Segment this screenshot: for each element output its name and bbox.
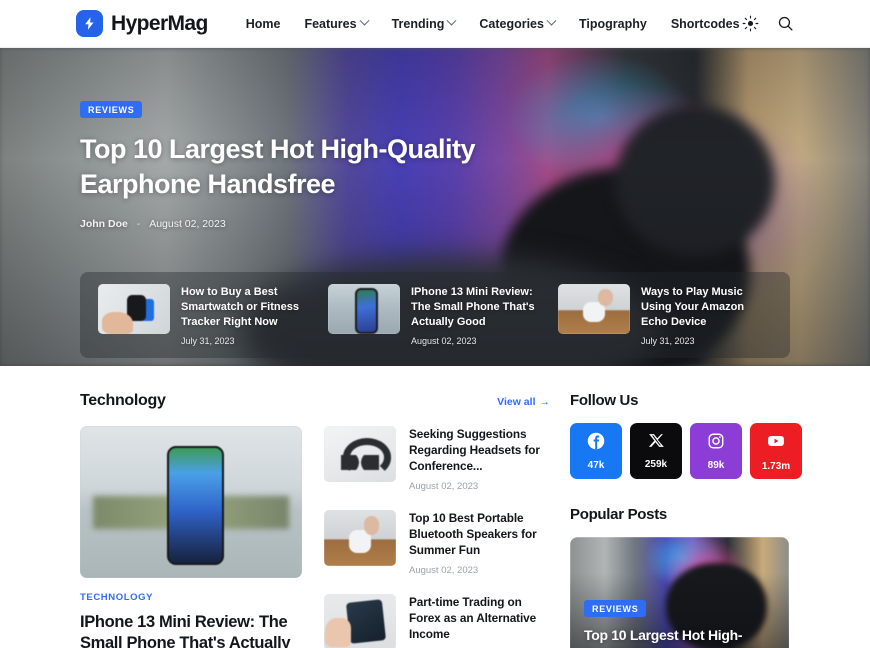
social-count: 47k [587, 459, 605, 471]
hero-strip-card-date: July 31, 2023 [181, 335, 235, 346]
view-all-label: View all [497, 396, 536, 408]
list-item-date: August 02, 2023 [409, 481, 479, 493]
hero-meta-separator: - [136, 218, 141, 231]
thumbnail-image [324, 510, 396, 567]
list-item[interactable]: Seeking Suggestions Regarding Headsets f… [324, 426, 550, 492]
technology-grid: TECHNOLOGY IPhone 13 Mini Review: The Sm… [80, 426, 550, 648]
x-twitter-icon [648, 432, 665, 454]
search-icon[interactable] [777, 15, 794, 32]
featured-article-title[interactable]: IPhone 13 Mini Review: The Small Phone T… [80, 612, 302, 648]
thumbnail-image [558, 284, 630, 335]
nav-item-shortcodes[interactable]: Shortcodes [671, 17, 740, 31]
header-actions [742, 15, 794, 32]
featured-article-image [80, 426, 302, 578]
popular-posts-section: Popular Posts REVIEWS Top 10 Largest Hot… [570, 506, 802, 648]
popular-post-badge[interactable]: REVIEWS [584, 600, 647, 617]
nav-label: Shortcodes [670, 16, 740, 31]
technology-section: Technology View all → TECHNOLOGY IPhone … [80, 392, 550, 648]
brand-name: HyperMag [111, 11, 208, 35]
featured-article-card[interactable]: TECHNOLOGY IPhone 13 Mini Review: The Sm… [80, 426, 302, 648]
thumbnail-image [324, 594, 396, 648]
nav-label: Home [245, 16, 281, 31]
main-content: Technology View all → TECHNOLOGY IPhone … [0, 366, 870, 648]
hero-category-badge[interactable]: REVIEWS [80, 101, 143, 118]
facebook-icon [587, 432, 605, 455]
list-item-title: Seeking Suggestions Regarding Headsets f… [409, 427, 540, 474]
nav-item-home[interactable]: Home [246, 17, 281, 31]
lightning-bolt-icon [76, 10, 103, 37]
view-all-link[interactable]: View all → [497, 396, 550, 408]
follow-us-title: Follow Us [570, 392, 639, 409]
nav-label: Tipography [578, 16, 647, 31]
hero-strip-card-title: IPhone 13 Mini Review: The Small Phone T… [411, 286, 535, 328]
hero-meta: John Doe - August 02, 2023 [80, 218, 550, 230]
social-count: 1.73m [761, 460, 791, 472]
list-item-date: August 02, 2023 [409, 565, 479, 577]
nav-item-trending[interactable]: Trending [391, 15, 457, 31]
nav-item-categories[interactable]: Categories [479, 15, 557, 31]
social-link-instagram[interactable]: 89k [690, 423, 742, 479]
page-title: Technology [80, 392, 166, 409]
nav-label: Features [304, 16, 357, 31]
main-nav: Home Features Trending Categories Tipogr… [246, 15, 740, 31]
nav-label: Trending [391, 16, 445, 31]
hero-strip-card-date: August 02, 2023 [411, 335, 477, 346]
list-item-title: Top 10 Best Portable Bluetooth Speakers … [409, 511, 537, 558]
social-links: 47k 259k 89k 1.73m [570, 423, 802, 479]
youtube-icon [766, 431, 786, 456]
hero-date: August 02, 2023 [149, 218, 226, 231]
featured-article-category[interactable]: TECHNOLOGY [80, 592, 302, 603]
hero-strip-card-title: How to Buy a Best Smartwatch or Fitness … [181, 286, 299, 328]
hero-strip-card[interactable]: Ways to Play Music Using Your Amazon Ech… [550, 284, 780, 346]
sidebar: Follow Us 47k 259k 89k 1.73m Popular Pos… [570, 392, 802, 648]
nav-label: Categories [479, 16, 544, 31]
list-item[interactable]: Part-time Trading on Forex as an Alterna… [324, 594, 550, 648]
hero-strip-card-title: Ways to Play Music Using Your Amazon Ech… [641, 286, 745, 328]
list-item-title: Part-time Trading on Forex as an Alterna… [409, 595, 537, 642]
arrow-right-icon: → [539, 396, 551, 408]
hero-strip-card[interactable]: IPhone 13 Mini Review: The Small Phone T… [320, 284, 550, 346]
hero-strip-card-date: July 31, 2023 [641, 335, 695, 346]
social-link-x[interactable]: 259k [630, 423, 682, 479]
hero-card-strip: How to Buy a Best Smartwatch or Fitness … [80, 272, 790, 358]
social-count: 259k [644, 459, 668, 470]
hero-banner: REVIEWS Top 10 Largest Hot High-Quality … [0, 48, 870, 366]
social-link-youtube[interactable]: 1.73m [750, 423, 802, 479]
popular-posts-title: Popular Posts [570, 506, 667, 523]
thumbnail-image [328, 284, 400, 335]
hero-content: REVIEWS Top 10 Largest Hot High-Quality … [80, 100, 550, 230]
list-item[interactable]: Top 10 Best Portable Bluetooth Speakers … [324, 510, 550, 576]
brand-logo[interactable]: HyperMag [76, 10, 208, 37]
site-header: HyperMag Home Features Trending Categori… [0, 0, 870, 48]
instagram-icon [707, 432, 725, 455]
social-count: 89k [707, 459, 725, 471]
section-header: Technology View all → [80, 392, 550, 410]
popular-post-title: Top 10 Largest Hot High-Quality Earphone… [584, 627, 765, 648]
nav-item-features[interactable]: Features [304, 15, 370, 31]
hero-author[interactable]: John Doe [80, 218, 128, 230]
chevron-down-icon [359, 15, 370, 26]
hero-title[interactable]: Top 10 Largest Hot High-Quality Earphone… [80, 132, 550, 201]
sun-icon[interactable] [742, 15, 759, 32]
hero-strip-card[interactable]: How to Buy a Best Smartwatch or Fitness … [90, 284, 320, 346]
thumbnail-image [98, 284, 170, 335]
chevron-down-icon [446, 15, 457, 26]
chevron-down-icon [546, 15, 557, 26]
social-link-facebook[interactable]: 47k [570, 423, 622, 479]
thumbnail-image [324, 426, 396, 482]
nav-item-tipography[interactable]: Tipography [579, 17, 647, 31]
popular-post-card[interactable]: REVIEWS Top 10 Largest Hot High-Quality … [570, 537, 789, 648]
article-list: Seeking Suggestions Regarding Headsets f… [324, 426, 550, 648]
